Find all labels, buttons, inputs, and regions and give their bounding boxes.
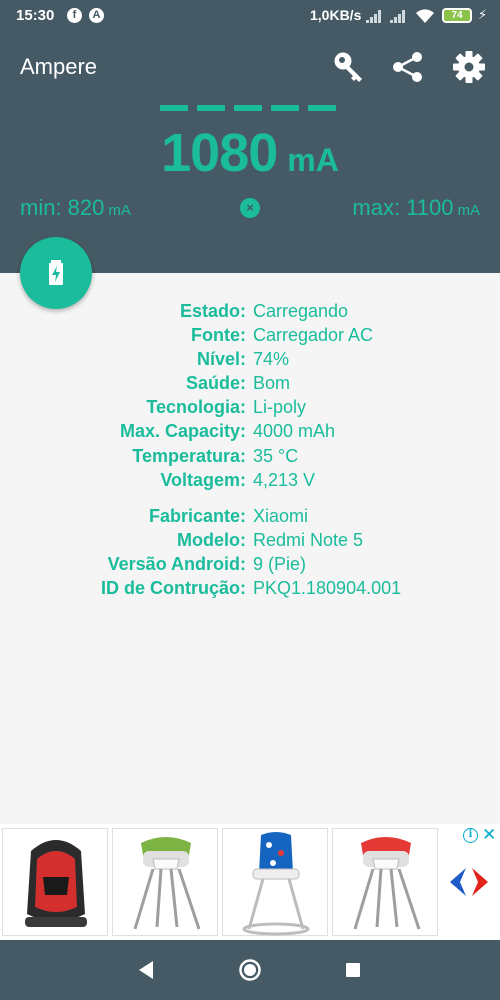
dash <box>160 105 188 111</box>
info-value: 4000 mAh <box>253 421 336 442</box>
info-row: Modelo: Redmi Note 5 <box>0 528 500 552</box>
info-row: Versão Android: 9 (Pie) <box>0 552 500 576</box>
info-row: Voltagem: 4,213 V <box>0 468 500 492</box>
dash <box>308 105 336 111</box>
back-icon[interactable] <box>136 958 156 982</box>
info-label: Saúde: <box>185 373 246 394</box>
max-unit: mA <box>457 202 481 219</box>
current-value: 1080 <box>161 123 278 183</box>
status-bar: 15:30 f A 1,0KB/s 74 ⚡ <box>0 0 500 32</box>
info-value: PKQ1.180904.001 <box>253 578 402 599</box>
info-label: Estado: <box>179 301 246 321</box>
min-value: min: 820 <box>20 195 105 220</box>
facebook-icon: f <box>67 8 82 23</box>
info-value: 35 °C <box>253 445 299 466</box>
info-label: ID de Contrução: <box>100 578 246 599</box>
info-label: Tecnologia: <box>146 397 246 418</box>
info-label: Max. Capacity: <box>119 421 246 442</box>
info-row: Temperatura: 35 °C <box>0 444 500 468</box>
dash <box>197 105 225 111</box>
share-icon[interactable] <box>391 50 425 84</box>
info-row: Max. Capacity: 4000 mAh <box>0 419 500 443</box>
key-icon[interactable] <box>332 50 366 84</box>
info-value: Xiaomi <box>253 505 309 526</box>
app-title: Ampere <box>20 54 98 79</box>
app-notification-icon: A <box>89 8 104 23</box>
ad-banner[interactable]: i ✕ <box>0 824 500 940</box>
high-chair-pattern-image[interactable] <box>222 828 328 936</box>
high-chair-red-image[interactable] <box>332 828 438 936</box>
info-value: 74% <box>253 349 290 370</box>
min-unit: mA <box>108 202 131 219</box>
info-row: Nível: 74% <box>0 347 500 371</box>
info-label: Fonte: <box>191 325 246 346</box>
high-chair-green-image[interactable] <box>112 828 218 936</box>
status-time: 15:30 <box>16 7 55 24</box>
info-row: Tecnologia: Li-poly <box>0 395 500 419</box>
settings-icon[interactable] <box>452 50 486 84</box>
signal-icon <box>390 10 405 23</box>
ad-close-icon[interactable]: ✕ <box>482 825 496 845</box>
info-value: Carregando <box>253 301 349 321</box>
home-icon[interactable] <box>238 958 262 982</box>
dash <box>234 105 262 111</box>
max-value: max: 1100 <box>352 195 454 220</box>
carrefour-logo-icon[interactable] <box>446 866 492 898</box>
info-value: Redmi Note 5 <box>253 529 364 550</box>
battery-status-icon: 74 <box>442 8 472 23</box>
info-row: Fabricante: Xiaomi <box>0 504 500 528</box>
dash <box>271 105 299 111</box>
min-reading: min: 820 mA <box>20 195 131 221</box>
car-seat-image[interactable] <box>2 828 108 936</box>
info-label: Nível: <box>196 349 246 370</box>
info-value: 4,213 V <box>253 469 316 490</box>
ad-info-icon[interactable]: i <box>463 828 478 843</box>
info-label: Temperatura: <box>132 445 246 466</box>
info-label: Fabricante: <box>148 505 246 526</box>
info-label: Modelo: <box>177 529 246 550</box>
network-speed: 1,0KB/s <box>310 7 362 23</box>
current-reading: 1080 mA <box>0 122 500 184</box>
signal-icon <box>366 10 381 23</box>
reset-minmax-button[interactable]: × <box>240 198 260 218</box>
info-row: Saúde: Bom <box>0 371 500 395</box>
recents-icon[interactable] <box>344 958 364 982</box>
max-reading: max: 1100 mA <box>352 195 480 221</box>
battery-fab-button[interactable] <box>20 237 92 309</box>
info-value: Li-poly <box>253 397 307 418</box>
current-unit: mA <box>287 142 339 178</box>
info-value: Bom <box>253 373 291 394</box>
info-row: ID de Contrução: PKQ1.180904.001 <box>0 576 500 600</box>
info-row: Fonte: Carregador AC <box>0 323 500 347</box>
info-value: Carregador AC <box>253 325 374 346</box>
info-value: 9 (Pie) <box>253 553 307 574</box>
info-label: Voltagem: <box>160 469 246 490</box>
info-label: Versão Android: <box>107 553 246 574</box>
navigation-bar <box>0 940 500 1000</box>
charging-bolt-icon: ⚡ <box>478 7 488 22</box>
wifi-icon <box>416 9 434 23</box>
battery-info-panel: Estado: Carregando Fonte: Carregador AC Ní… <box>0 299 500 600</box>
battery-charging-icon <box>49 260 63 285</box>
